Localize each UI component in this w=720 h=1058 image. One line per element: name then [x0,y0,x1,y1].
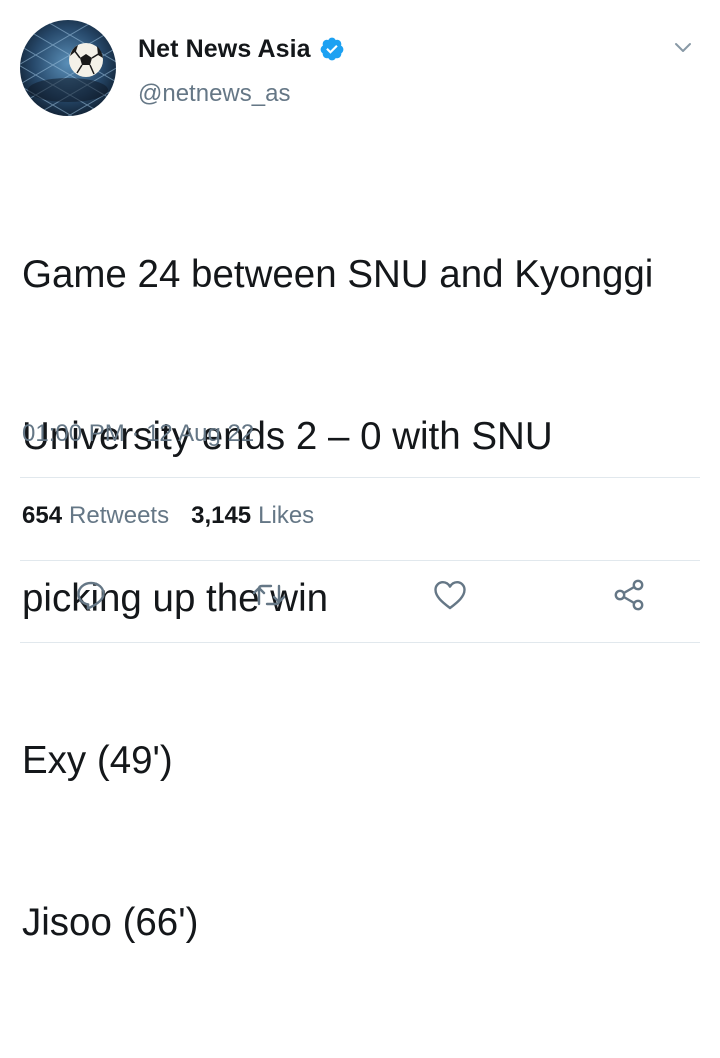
tweet-text-line: Game 24 between SNU and Kyonggi [22,253,654,296]
retweets-stat[interactable]: 654 Retweets [22,502,169,530]
tweet-date: 12 Aug 22 [146,420,255,447]
likes-stat[interactable]: 3,145 Likes [191,502,314,530]
tweet-timestamp[interactable]: 01:00 PM · 12 Aug 22 [22,420,254,448]
retweets-count: 654 [22,502,63,529]
reply-button[interactable] [71,575,111,615]
verified-badge-icon [319,36,345,62]
display-name[interactable]: Net News Asia [138,35,311,64]
action-bar [0,575,720,627]
soccer-ball-in-net-icon [20,20,116,116]
display-name-row: Net News Asia [138,33,345,65]
share-icon [614,579,644,611]
likes-count: 3,145 [191,502,252,529]
share-button[interactable] [610,575,650,615]
heart-icon [434,581,466,610]
like-button[interactable] [430,575,470,615]
engagement-stats: 654 Retweets 3,145 Likes [22,502,314,530]
divider [20,642,700,643]
tweet-card: Net News Asia @netnews_as Game 24 betwee… [0,0,720,944]
likes-label: Likes [258,502,315,529]
chevron-down-icon[interactable] [672,36,694,58]
retweet-button[interactable] [249,575,289,615]
tweet-time: 01:00 PM [22,420,125,447]
tweet-text-line: Exy (49') [22,739,173,782]
retweets-label: Retweets [69,502,170,529]
user-handle[interactable]: @netnews_as [138,80,290,108]
avatar[interactable] [20,20,116,116]
divider [20,560,700,561]
divider [20,477,700,478]
reply-icon [77,581,105,610]
tweet-text-line: Jisoo (66') [22,901,199,944]
retweet-icon [252,584,286,606]
meta-separator: · [131,420,140,447]
